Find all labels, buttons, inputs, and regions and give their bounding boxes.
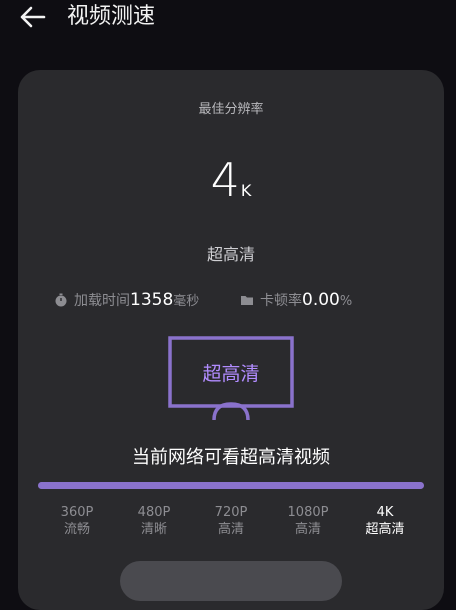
stats-row: 加载时间 1358 毫秒 卡顿率 0.00 %: [54, 290, 414, 314]
stutter-value: 0.00: [302, 290, 340, 310]
load-time-stat: 加载时间 1358 毫秒: [54, 290, 199, 310]
quality-label: 超高清: [206, 245, 255, 264]
level-720p: 720P 高清: [191, 504, 271, 538]
quality-levels: 360P 流畅 480P 清晰 720P 高清 1080P 高清 4K 超高清: [38, 504, 424, 544]
level-name: 流畅: [63, 522, 90, 537]
level-name: 高清: [217, 522, 244, 537]
stutter-stat: 卡顿率 0.00 %: [240, 290, 352, 310]
level-1080p: 1080P 高清: [268, 504, 348, 538]
level-name: 高清: [294, 522, 321, 537]
stopwatch-icon: [55, 293, 67, 307]
level-res: 1080P: [287, 505, 329, 520]
level-360p: 360P 流畅: [37, 504, 117, 538]
load-time-unit: 毫秒: [173, 294, 200, 309]
level-name: 超高清: [365, 522, 405, 537]
quality-progress-bar: [38, 482, 424, 489]
load-time-label: 加载时间: [74, 293, 130, 309]
load-time-value: 1358: [130, 290, 174, 310]
level-res: 720P: [214, 505, 248, 520]
arrow-left-icon: [20, 6, 46, 28]
retest-button[interactable]: [120, 561, 342, 601]
back-button[interactable]: [16, 2, 48, 32]
level-name: 清晰: [140, 522, 167, 537]
stutter-unit: %: [339, 294, 353, 309]
tv-quality-label: 超高清: [202, 363, 260, 385]
page-title: 视频测速: [67, 4, 156, 29]
level-480p: 480P 清晰: [114, 504, 194, 538]
resolution-display: 4K: [18, 154, 444, 206]
stutter-label: 卡顿率: [260, 293, 302, 309]
level-res: 480P: [137, 505, 171, 520]
folder-icon: [241, 296, 253, 305]
level-4k: 4K 超高清: [345, 504, 425, 538]
quality-progress-fill: [38, 482, 424, 489]
resolution-unit: K: [240, 181, 252, 200]
level-res: 360P: [60, 505, 94, 520]
network-message: 当前网络可看超高清视频: [132, 447, 330, 468]
best-resolution-label: 最佳分辨率: [198, 102, 264, 117]
header: 视频测速: [0, 0, 456, 40]
level-res: 4K: [376, 505, 394, 520]
resolution-value: 4: [210, 153, 240, 207]
result-card: 最佳分辨率 4K 超高清 加载时间 1358 毫秒 卡顿率 0.00 % 超高清: [18, 70, 444, 610]
